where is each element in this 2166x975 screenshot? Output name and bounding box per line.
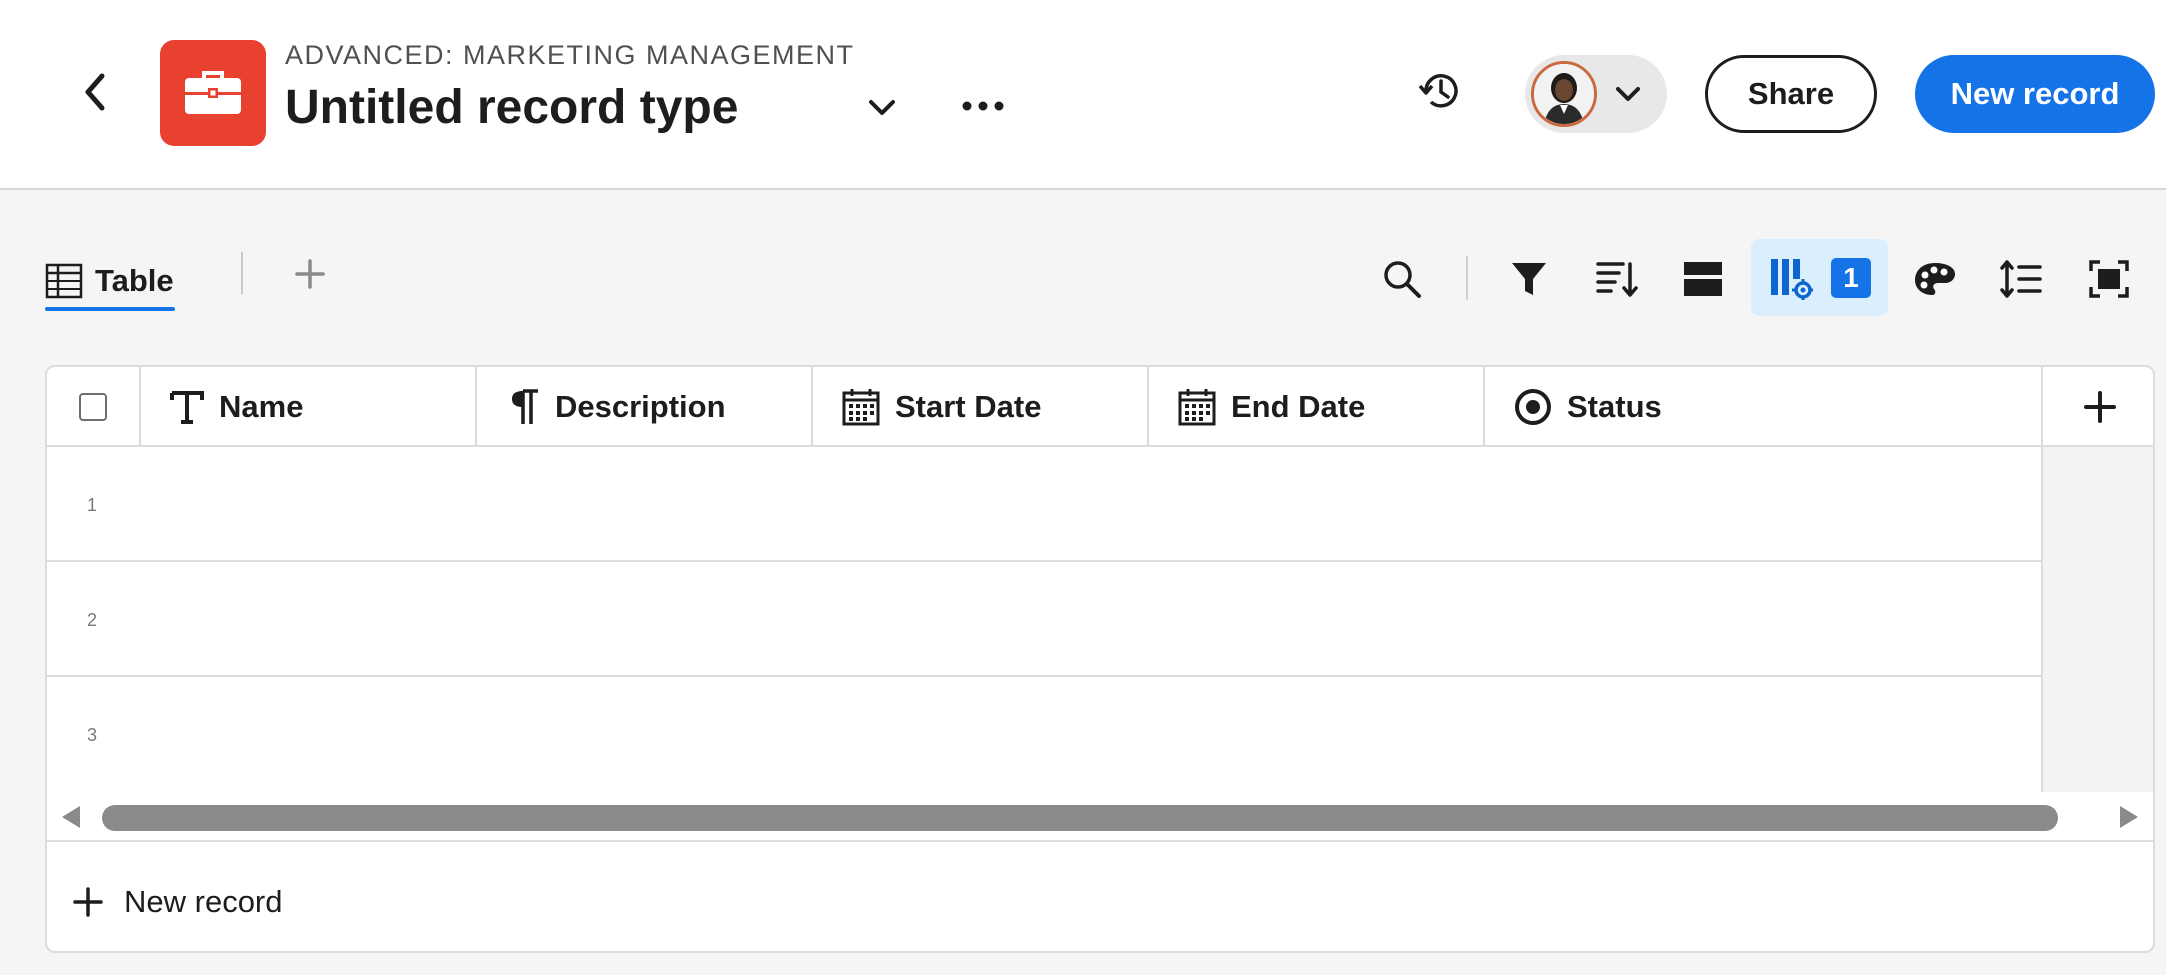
color-palette-icon [1915,263,1955,295]
select-all-checkbox[interactable] [79,393,107,421]
table-icon [45,263,83,299]
sort-button[interactable] [1590,252,1644,306]
column-label: End Date [1231,389,1366,424]
column-label: Start Date [895,389,1042,424]
avatar [1531,61,1597,127]
chevron-down-icon [1616,87,1640,101]
toolbox-icon [185,71,241,114]
scrollbar-thumb[interactable] [102,805,2058,831]
column-header-end-date[interactable]: End Date [1149,367,1485,447]
workspace-label: ADVANCED: MARKETING MANAGEMENT [285,40,855,70]
share-button[interactable]: Share [1705,55,1877,133]
add-record-row-button[interactable]: New record [72,867,283,937]
scroll-right-icon[interactable] [2117,804,2141,830]
history-icon [1418,74,1458,108]
fullscreen-icon [2089,260,2129,298]
column-header-name[interactable]: Name [141,367,477,447]
history-button[interactable] [1415,66,1465,116]
text-type-icon [170,391,204,424]
page-title[interactable]: Untitled record type [285,80,738,135]
app-logo [160,40,266,146]
page-header: ADVANCED: MARKETING MANAGEMENT Untitled … [0,0,2166,190]
grouping-button[interactable] [1676,252,1730,306]
chevron-down-icon [869,100,895,115]
grouping-icon [1684,262,1722,296]
plus-icon [73,887,103,917]
more-options-button[interactable] [955,86,1011,126]
table-header: Name Description Start Date End Date Sta [47,367,2153,447]
table-row[interactable]: 1 [47,447,2041,562]
search-icon [1384,261,1421,298]
row-height-icon [2000,260,2042,298]
column-label: Name [219,389,304,424]
column-label: Description [555,389,726,424]
title-dropdown-button[interactable] [862,90,902,126]
scroll-left-icon[interactable] [59,804,83,830]
column-header-start-date[interactable]: Start Date [813,367,1149,447]
back-button[interactable] [70,62,120,122]
table-row[interactable]: 3 [47,677,2041,792]
add-record-label: New record [124,884,283,919]
paragraph-icon [512,389,538,424]
active-field-count-badge: 1 [1831,257,1871,298]
add-column-button[interactable] [2041,367,2153,447]
column-header-status[interactable]: Status [1485,367,2041,447]
row-number: 3 [87,725,98,745]
sort-icon [1596,262,1638,297]
calendar-icon [842,389,880,426]
new-record-button[interactable]: New record [1915,55,2155,133]
column-header-description[interactable]: Description [477,367,813,447]
select-all-cell [47,367,141,447]
records-table: Name Description Start Date End Date Sta [45,365,2155,953]
add-column-gutter [2041,447,2153,792]
more-icon [962,101,1004,111]
tab-table[interactable]: Table [45,250,174,312]
column-label: Status [1567,389,1662,424]
row-number: 2 [87,610,98,630]
divider [1466,256,1468,300]
table-row[interactable]: 2 [47,562,2041,677]
plus-icon [2084,391,2116,423]
field-settings-button[interactable]: 1 [1751,239,1888,316]
field-settings-icon [1771,258,1813,300]
filter-button[interactable] [1502,252,1556,306]
fullscreen-button[interactable] [2082,252,2136,306]
tab-label: Table [95,263,174,298]
single-select-icon [1515,389,1551,425]
color-button[interactable] [1908,252,1962,306]
chevron-left-icon [85,73,105,111]
row-height-button[interactable] [1994,252,2048,306]
collaborators-button[interactable] [1525,55,1667,133]
row-number: 1 [87,495,98,515]
search-button[interactable] [1375,252,1429,306]
active-tab-indicator [45,307,175,311]
horizontal-scrollbar[interactable] [47,792,2153,842]
calendar-icon [1178,389,1216,426]
divider [241,252,243,294]
add-view-button[interactable] [290,252,330,296]
filter-icon [1512,263,1546,295]
plus-icon [295,259,325,289]
